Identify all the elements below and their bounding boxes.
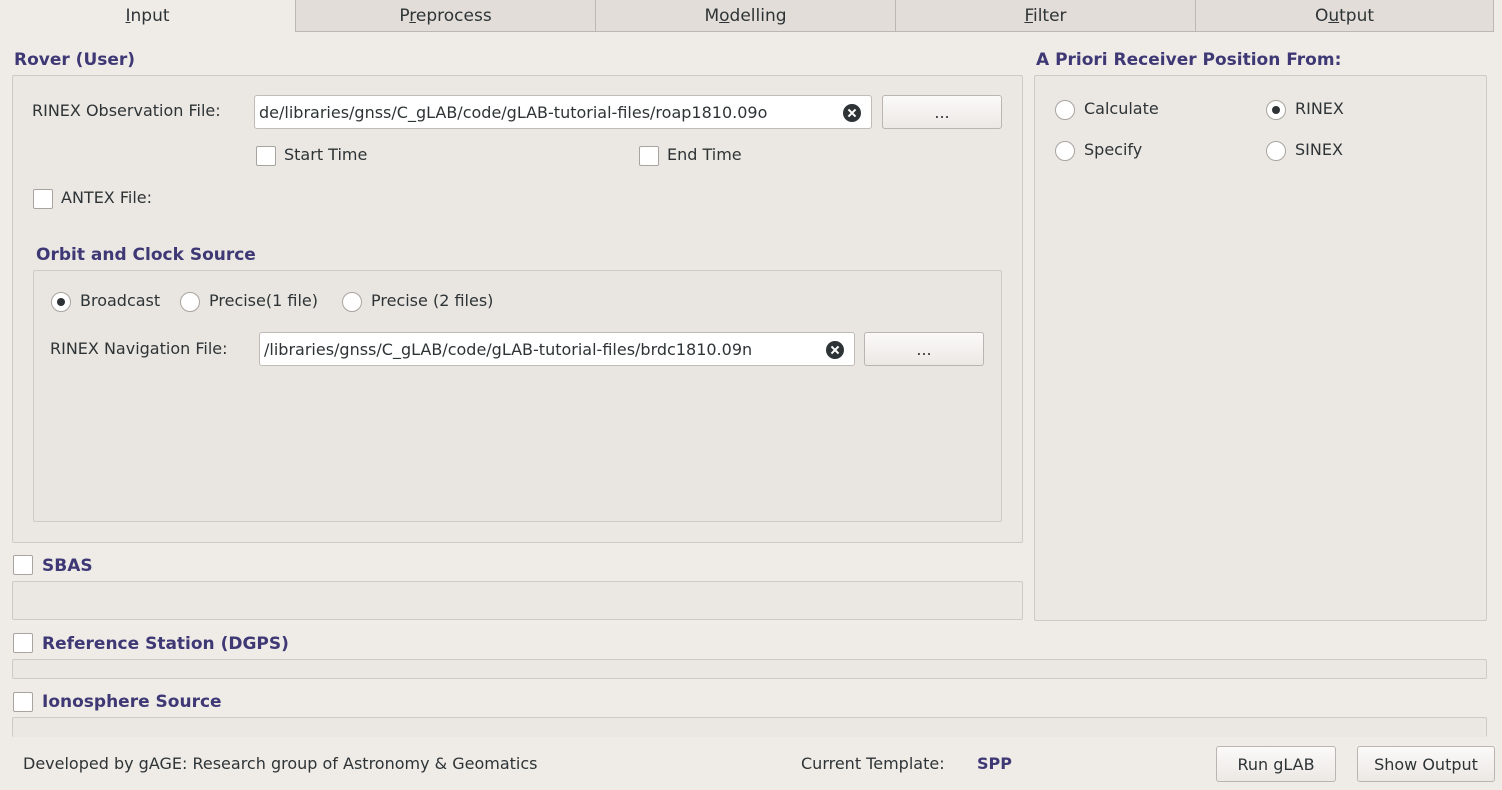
reference-station-frame	[12, 659, 1487, 679]
tab-filter[interactable]: Filter	[895, 0, 1196, 32]
tab-preprocess[interactable]: Preprocess	[295, 0, 596, 32]
tab-preprocess-label: Preprocess	[399, 5, 492, 26]
apriori-rinex-radio[interactable]	[1266, 100, 1286, 120]
ionosphere-checkbox[interactable]	[13, 692, 33, 712]
sbas-checkbox[interactable]	[13, 555, 33, 575]
end-time-label: End Time	[667, 145, 742, 164]
apriori-title: A Priori Receiver Position From:	[1036, 50, 1342, 70]
template-label: Current Template:	[801, 754, 945, 773]
template-value: SPP	[977, 754, 1012, 773]
sbas-frame	[12, 581, 1023, 620]
tab-modelling[interactable]: Modelling	[595, 0, 896, 32]
tab-input-label: Input	[125, 6, 170, 26]
tab-output[interactable]: Output	[1195, 0, 1494, 32]
show-output-button[interactable]: Show Output	[1357, 746, 1495, 782]
apriori-specify-label: Specify	[1084, 140, 1143, 159]
run-glab-button[interactable]: Run gLAB	[1216, 746, 1336, 782]
ionosphere-title: Ionosphere Source	[42, 692, 222, 712]
sbas-title: SBAS	[42, 556, 93, 576]
rinex-obs-input[interactable]: de/libraries/gnss/C_gLAB/code/gLAB-tutor…	[254, 95, 872, 129]
apriori-calculate-radio[interactable]	[1055, 100, 1075, 120]
clear-icon[interactable]	[843, 104, 861, 122]
antex-checkbox[interactable]	[33, 189, 53, 209]
orbit-broadcast-label: Broadcast	[80, 291, 161, 310]
tab-output-label: Output	[1314, 5, 1375, 26]
rinex-nav-input[interactable]: /libraries/gnss/C_gLAB/code/gLAB-tutoria…	[259, 332, 855, 366]
clear-icon[interactable]	[826, 341, 844, 359]
apriori-sinex-radio[interactable]	[1266, 141, 1286, 161]
rinex-obs-value: de/libraries/gnss/C_gLAB/code/gLAB-tutor…	[259, 102, 768, 122]
orbit-precise2-radio[interactable]	[342, 292, 362, 312]
orbit-broadcast-radio[interactable]	[51, 292, 71, 312]
rover-title: Rover (User)	[14, 50, 136, 70]
antex-label: ANTEX File:	[61, 188, 153, 207]
orbit-title: Orbit and Clock Source	[36, 245, 256, 265]
apriori-calculate-label: Calculate	[1084, 99, 1159, 118]
ionosphere-frame	[12, 717, 1487, 737]
orbit-precise1-label: Precise(1 file)	[209, 291, 318, 310]
reference-station-title: Reference Station (DGPS)	[42, 634, 289, 654]
orbit-precise1-radio[interactable]	[180, 292, 200, 312]
orbit-frame	[33, 270, 1002, 522]
start-time-label: Start Time	[284, 145, 368, 164]
credits-text: Developed by gAGE: Research group of Ast…	[23, 754, 538, 773]
apriori-sinex-label: SINEX	[1295, 140, 1343, 159]
apriori-rinex-label: RINEX	[1295, 99, 1344, 118]
orbit-precise2-label: Precise (2 files)	[371, 291, 494, 310]
tab-filter-label: Filter	[1024, 5, 1067, 26]
tab-input[interactable]: Input	[0, 0, 296, 32]
rinex-nav-value: /libraries/gnss/C_gLAB/code/gLAB-tutoria…	[264, 339, 753, 359]
rinex-obs-browse-button[interactable]: ...	[882, 95, 1002, 129]
reference-station-checkbox[interactable]	[13, 633, 33, 653]
rinex-nav-browse-button[interactable]: ...	[864, 332, 984, 366]
tab-modelling-label: Modelling	[704, 5, 787, 26]
apriori-specify-radio[interactable]	[1055, 141, 1075, 161]
end-time-checkbox[interactable]	[639, 146, 659, 166]
rinex-obs-label: RINEX Observation File:	[32, 101, 221, 120]
start-time-checkbox[interactable]	[256, 146, 276, 166]
rinex-nav-label: RINEX Navigation File:	[50, 339, 228, 358]
tab-bar: Input Preprocess Modelling Filter Output	[0, 0, 1502, 32]
